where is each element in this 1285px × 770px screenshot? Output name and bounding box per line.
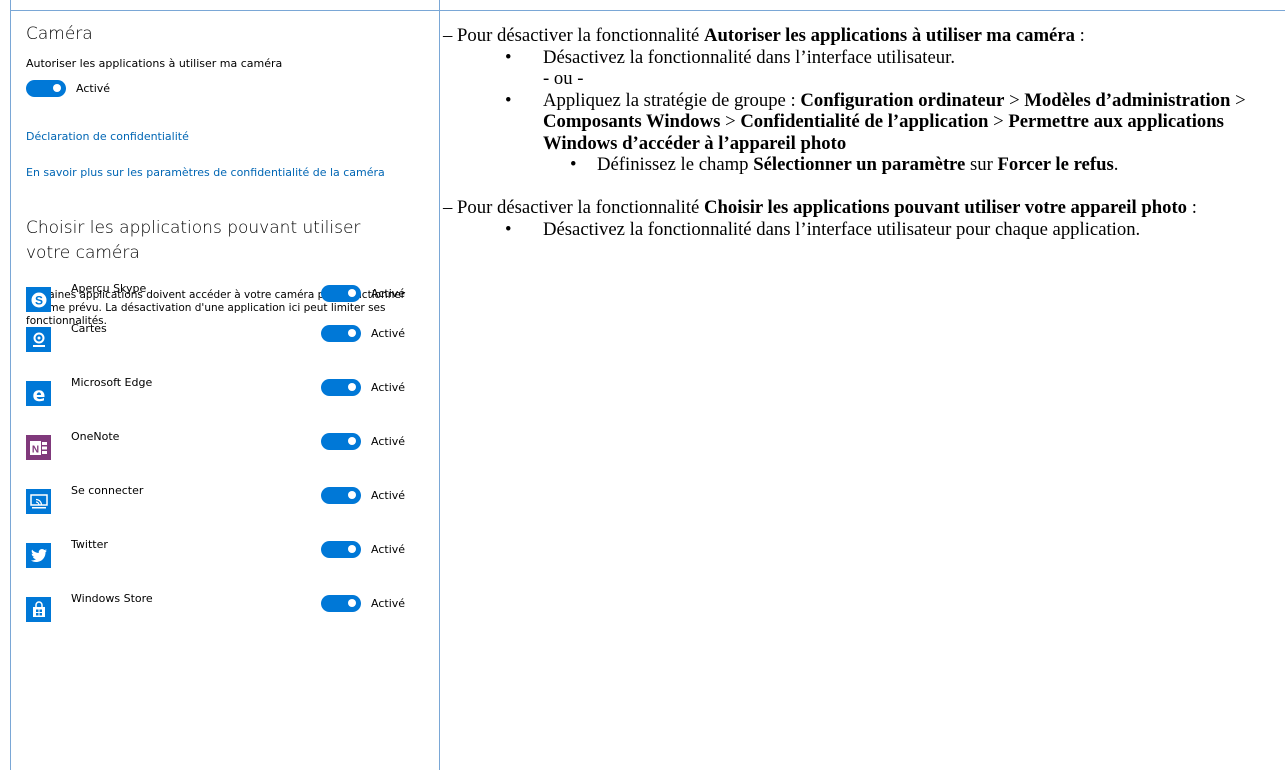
toggle-state-label: Activé bbox=[371, 380, 406, 394]
app-toggle[interactable] bbox=[321, 324, 361, 342]
app-row-onenote: N OneNote Activé bbox=[26, 426, 416, 466]
bullet-icon: • bbox=[505, 89, 512, 111]
frame-divider bbox=[439, 0, 440, 770]
app-row-edge: e Microsoft Edge Activé bbox=[26, 372, 416, 412]
bullet-icon: • bbox=[505, 46, 512, 68]
text: > bbox=[988, 111, 1009, 132]
app-toggle[interactable] bbox=[321, 540, 361, 558]
privacy-statement-link[interactable]: Déclaration de confidentialité bbox=[26, 130, 189, 143]
app-toggle[interactable] bbox=[321, 594, 361, 612]
toggle-state-label: Activé bbox=[371, 596, 406, 610]
toggle-state-label: Activé bbox=[371, 434, 406, 448]
text: Désactivez la fonctionnalité dans l’inte… bbox=[543, 46, 955, 68]
app-toggle[interactable] bbox=[321, 432, 361, 450]
toggle-state-label: Activé bbox=[371, 488, 406, 502]
bold-text: Configuration ordinateur bbox=[800, 89, 1005, 111]
text: > bbox=[720, 111, 741, 132]
edge-icon: e bbox=[26, 381, 51, 406]
bullet-icon: • bbox=[505, 218, 512, 240]
app-row-twitter: Twitter Activé bbox=[26, 534, 416, 574]
text: Définissez le champ bbox=[597, 154, 754, 175]
twitter-icon bbox=[26, 543, 51, 568]
allow-apps-toggle-row: Activé bbox=[26, 78, 426, 98]
toggle-state-label: Activé bbox=[371, 326, 406, 340]
app-row-maps: Cartes Activé bbox=[26, 318, 416, 358]
app-name: Twitter bbox=[71, 538, 108, 551]
connect-icon bbox=[26, 489, 51, 514]
bold-text: Choisir les applications pouvant utilise… bbox=[704, 197, 1188, 218]
text: Désactivez la fonctionnalité dans l’inte… bbox=[543, 218, 1141, 240]
skype-icon: S bbox=[26, 287, 51, 312]
text: : bbox=[1074, 25, 1085, 46]
svg-text:e: e bbox=[32, 384, 45, 404]
onenote-icon: N bbox=[26, 435, 51, 460]
page-title: Caméra bbox=[26, 24, 93, 44]
toggle-state-label: Activé bbox=[371, 542, 406, 556]
frame-top-border bbox=[10, 10, 1285, 11]
bold-text: Composants Windows bbox=[543, 111, 721, 132]
app-toggle[interactable] bbox=[321, 284, 361, 302]
paragraph-choose-apps: – Pour désactiver la fonctionnalité Choi… bbox=[443, 197, 1281, 219]
store-icon bbox=[26, 597, 51, 622]
bold-text: Confidentialité de l’application bbox=[740, 111, 989, 132]
app-name: Se connecter bbox=[71, 484, 144, 497]
app-row-skype: S Aperçu Skype Activé bbox=[26, 278, 416, 318]
frame-left-border bbox=[10, 0, 11, 770]
text: > bbox=[1004, 89, 1025, 111]
text: : bbox=[1187, 197, 1197, 218]
app-toggle-row: Activé bbox=[321, 431, 405, 451]
app-toggle-row: Activé bbox=[321, 377, 405, 397]
app-toggle-row: Activé bbox=[321, 323, 405, 343]
allow-apps-label: Autoriser les applications à utiliser ma… bbox=[26, 57, 283, 70]
app-toggle-row: Activé bbox=[321, 283, 405, 303]
app-toggle-row: Activé bbox=[321, 485, 405, 505]
app-toggle-row: Activé bbox=[321, 539, 405, 559]
text: sur bbox=[965, 154, 998, 175]
app-name: Microsoft Edge bbox=[71, 376, 153, 389]
app-toggle[interactable] bbox=[321, 486, 361, 504]
app-name: Windows Store bbox=[71, 592, 153, 605]
app-name: Cartes bbox=[71, 322, 107, 335]
bullet-group-policy: • Appliquez la stratégie de groupe : Conf… bbox=[443, 90, 1281, 155]
text: > bbox=[1230, 89, 1246, 111]
app-row-connect: Se connecter Activé bbox=[26, 480, 416, 520]
app-toggle[interactable] bbox=[321, 378, 361, 396]
bold-text: Modèles d’administration bbox=[1024, 89, 1231, 111]
bold-text: Sélectionner un paramètre bbox=[753, 154, 966, 175]
text: Appliquez la stratégie de groupe : bbox=[543, 89, 801, 111]
app-name: Aperçu Skype bbox=[71, 282, 147, 295]
bullet-icon: • bbox=[570, 154, 577, 175]
toggle-state-label: Activé bbox=[76, 81, 111, 95]
or-separator: - ou - bbox=[543, 68, 584, 89]
app-row-store: Windows Store Activé bbox=[26, 588, 416, 628]
choose-apps-heading: Choisir les applications pouvant utilise… bbox=[26, 218, 361, 263]
text: . bbox=[1113, 154, 1119, 175]
text: – Pour désactiver la fonctionnalité bbox=[443, 25, 705, 46]
bullet-disable-per-app: • Désactivez la fonctionnalité dans l’int… bbox=[443, 219, 1281, 241]
bullet-disable-ui: • Désactivez la fonctionnalité dans l’int… bbox=[443, 47, 1281, 69]
instructions-text: – Pour désactiver la fonctionnalité Auto… bbox=[443, 25, 1281, 240]
bold-text: Forcer le refus bbox=[997, 154, 1114, 175]
bold-text: Autoriser les applications à utiliser ma… bbox=[704, 25, 1075, 46]
app-toggle-row: Activé bbox=[321, 593, 405, 613]
allow-apps-toggle[interactable] bbox=[26, 79, 66, 97]
learn-more-link[interactable]: En savoir plus sur les paramètres de con… bbox=[26, 166, 385, 179]
camera-settings-panel: Caméra Autoriser les applications à util… bbox=[26, 24, 426, 622]
paragraph-allow-apps: – Pour désactiver la fonctionnalité Auto… bbox=[443, 25, 1281, 47]
sub-bullet-force-deny: • Définissez le champ Sélectionner un par… bbox=[443, 154, 1281, 176]
text: – Pour désactiver la fonctionnalité bbox=[443, 197, 705, 218]
toggle-state-label: Activé bbox=[371, 286, 406, 300]
svg-text:N: N bbox=[31, 444, 38, 455]
maps-icon bbox=[26, 327, 51, 352]
app-name: OneNote bbox=[71, 430, 120, 443]
svg-text:S: S bbox=[34, 293, 42, 307]
